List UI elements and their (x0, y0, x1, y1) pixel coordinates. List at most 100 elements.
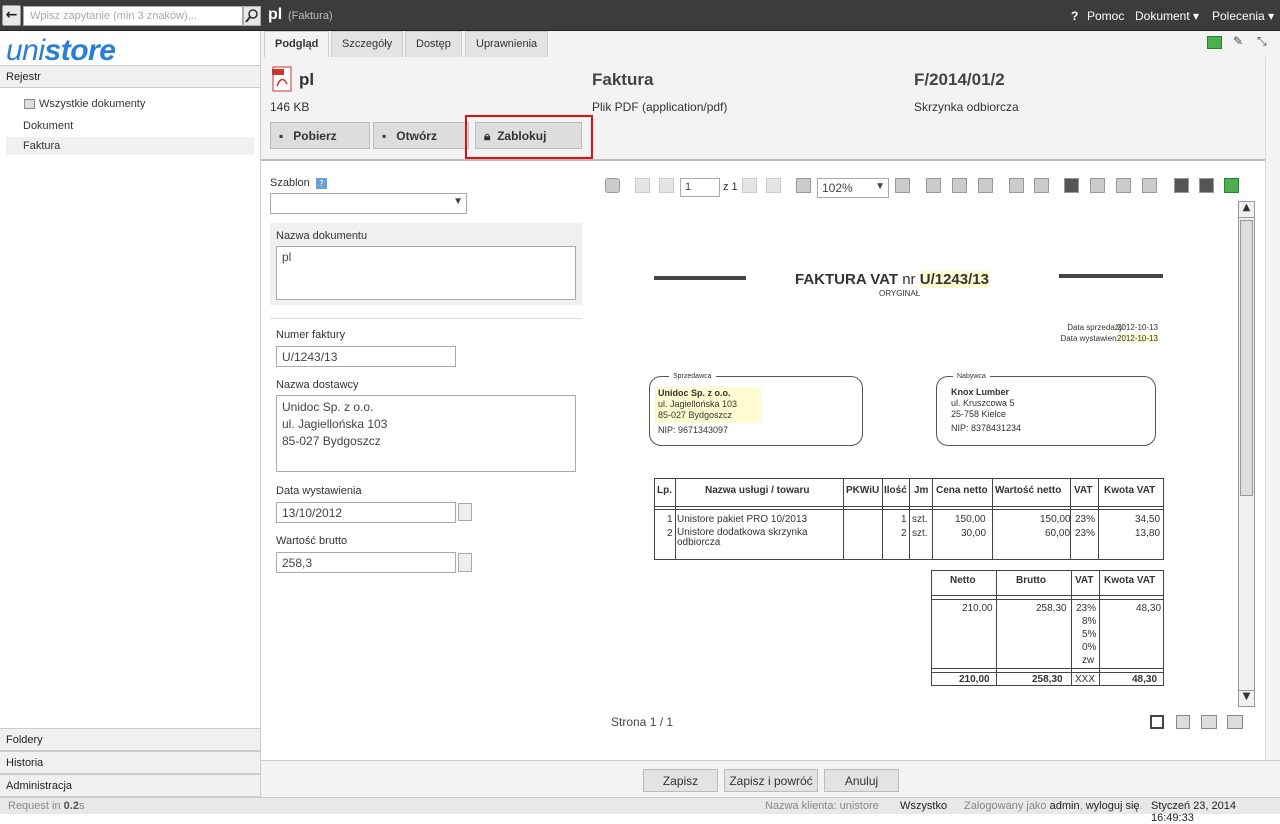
pdf-scrollbar[interactable]: ▲ ▼ (1238, 201, 1255, 707)
request-time-value: 0.2 (63, 800, 79, 812)
total-brutto: 258,30 (1032, 674, 1063, 685)
sidebar: unistore Rejestr Wszystkie dokumenty Dok… (0, 31, 261, 797)
summary-table: Netto Brutto VAT Kwota VAT 210,00 258,30… (931, 570, 1164, 686)
text-tool-icon[interactable] (1199, 178, 1214, 193)
original-label: ORYGINAŁ (879, 289, 921, 298)
next-page-icon[interactable] (742, 178, 757, 193)
scroll-up-icon[interactable]: ▲ (1239, 202, 1254, 218)
tab-access[interactable]: Dostęp (405, 31, 462, 57)
scroll-down-icon[interactable]: ▼ (1239, 690, 1254, 706)
decor-line (1059, 274, 1163, 278)
fit-width-icon[interactable] (978, 178, 993, 193)
calculator-icon[interactable] (458, 553, 472, 572)
last-page-icon[interactable] (766, 178, 781, 193)
commands-menu[interactable]: Polecenia ▾ (1212, 9, 1274, 23)
tab-preview[interactable]: Podgląd (264, 31, 330, 57)
tab-permissions[interactable]: Uprawnienia (465, 31, 549, 57)
grid-icon[interactable] (1174, 178, 1189, 193)
text-select-icon[interactable] (1090, 178, 1105, 193)
back-arrow-icon[interactable]: ← (2, 5, 21, 26)
tab-details[interactable]: Szczegóły (331, 31, 404, 57)
hand-tool-icon[interactable] (1064, 178, 1079, 193)
continuous-icon[interactable] (1176, 715, 1190, 729)
search-input[interactable]: Wpisz zapytanie (min 3 znaków)... (23, 6, 243, 26)
calendar-icon[interactable] (458, 503, 472, 521)
two-page-icon[interactable] (1201, 715, 1217, 729)
save-return-button[interactable]: Zapisz i powróć (724, 769, 818, 792)
sale-date-label: Data sprzedaży: (1067, 323, 1125, 332)
table-cell: Unistore pakiet PRO 10/2013 (677, 514, 808, 525)
prev-page-icon[interactable] (659, 178, 674, 193)
docname-textarea[interactable]: pl (276, 246, 576, 300)
gross-value-input[interactable]: 258,3 (276, 552, 456, 573)
vat-rate: zw (1082, 655, 1095, 666)
page-icon[interactable] (926, 178, 941, 193)
issue-date-label: Data wystawienia: (1060, 334, 1125, 343)
sidebar-section-folders[interactable]: Foldery (0, 728, 260, 751)
rotate-right-icon[interactable] (1034, 178, 1049, 193)
lock-icon: 🔒︎ (484, 129, 491, 143)
status-bar: Request in 0.2s Nazwa klienta: unistore … (0, 797, 1280, 824)
scroll-thumb[interactable] (1240, 220, 1253, 496)
caret-down-icon: ▾ (1193, 9, 1200, 23)
edit-pencil-icon[interactable]: ✎ (1233, 34, 1243, 48)
sidebar-section-register[interactable]: Rejestr (0, 65, 260, 88)
add-icon[interactable] (1224, 178, 1239, 193)
decor-line (654, 276, 746, 280)
table-cell: szt. (912, 528, 928, 539)
system-link[interactable]: Wszystko (900, 800, 947, 812)
page-number-input[interactable]: 1 (680, 178, 720, 197)
items-table: Lp. Nazwa usługi / towaru PKWiU Ilość Jm… (654, 478, 1164, 560)
magnify-out-icon[interactable] (1142, 178, 1157, 193)
rotate-left-icon[interactable] (1009, 178, 1024, 193)
col-header: Jm (914, 485, 929, 496)
fit-page-icon[interactable] (952, 178, 967, 193)
logo[interactable]: unistore (6, 34, 116, 68)
document-menu[interactable]: Dokument ▾ (1135, 9, 1199, 23)
zoom-in-icon[interactable] (895, 178, 910, 193)
sidebar-section-history[interactable]: Historia (0, 751, 260, 774)
user-name[interactable]: admin (1050, 800, 1080, 812)
save-button[interactable]: Zapisz (643, 769, 718, 792)
supplier-textarea[interactable]: Unidoc Sp. z o.o. ul. Jagiellońska 103 8… (276, 395, 576, 472)
invoice-nr: nr (902, 271, 916, 288)
download-button[interactable]: ▪ Pobierz (270, 122, 370, 149)
seller-label: Sprzedawca (669, 373, 716, 380)
magnify-in-icon[interactable] (1116, 178, 1131, 193)
invoice-number-input[interactable]: U/1243/13 (276, 346, 456, 367)
sidebar-item-document[interactable]: Dokument (23, 120, 73, 132)
search-icon[interactable] (243, 6, 261, 26)
logout-link[interactable]: wyloguj się (1086, 800, 1140, 812)
print-icon[interactable] (605, 178, 620, 193)
first-page-icon[interactable] (635, 178, 650, 193)
form-actions: Zapisz Zapisz i powróć Anuluj (261, 760, 1280, 797)
open-button[interactable]: ▪ Otwórz (373, 122, 469, 149)
lock-button[interactable]: 🔒︎ Zablokuj (475, 122, 582, 149)
sidebar-section-admin[interactable]: Administracja (0, 774, 260, 797)
supplier-label: Nazwa dostawcy (276, 379, 359, 391)
zoom-select[interactable]: 102% ▼ (817, 178, 889, 198)
sidebar-item-invoice[interactable]: Faktura (6, 137, 254, 155)
thumbnails-icon[interactable] (1227, 715, 1243, 729)
zoom-out-icon[interactable] (796, 178, 811, 193)
table-cell: 2 (901, 528, 907, 539)
col-header: Netto (950, 575, 976, 586)
help-link[interactable]: Pomoc (1087, 9, 1124, 23)
grid-view-icon[interactable] (1207, 36, 1222, 49)
issue-date: 2012-10-13 (1117, 334, 1158, 343)
help-badge-icon[interactable]: ? (316, 178, 327, 189)
single-page-icon[interactable] (1150, 715, 1164, 729)
vat-rate: 0% (1082, 642, 1097, 653)
help-icon[interactable]: ? (1071, 9, 1078, 23)
cancel-button[interactable]: Anuluj (824, 769, 899, 792)
total-vat-amount: 48,30 (1132, 674, 1158, 685)
issue-date-input[interactable]: 13/10/2012 (276, 502, 456, 523)
expand-icon[interactable]: ⤡ (1257, 34, 1267, 49)
tab-bar: Podgląd Szczegóły Dostęp Uprawnienia ✎ ⤡ (261, 31, 1280, 57)
table-cell: 150,00 (1040, 514, 1071, 525)
chevron-down-icon: ▼ (453, 196, 463, 207)
seller-nip: NIP: 9671343097 (658, 425, 729, 435)
page-scrollbar[interactable] (1265, 57, 1280, 791)
template-select[interactable]: ▼ (270, 193, 467, 214)
sidebar-item-all-documents[interactable]: Wszystkie dokumenty (39, 98, 145, 110)
